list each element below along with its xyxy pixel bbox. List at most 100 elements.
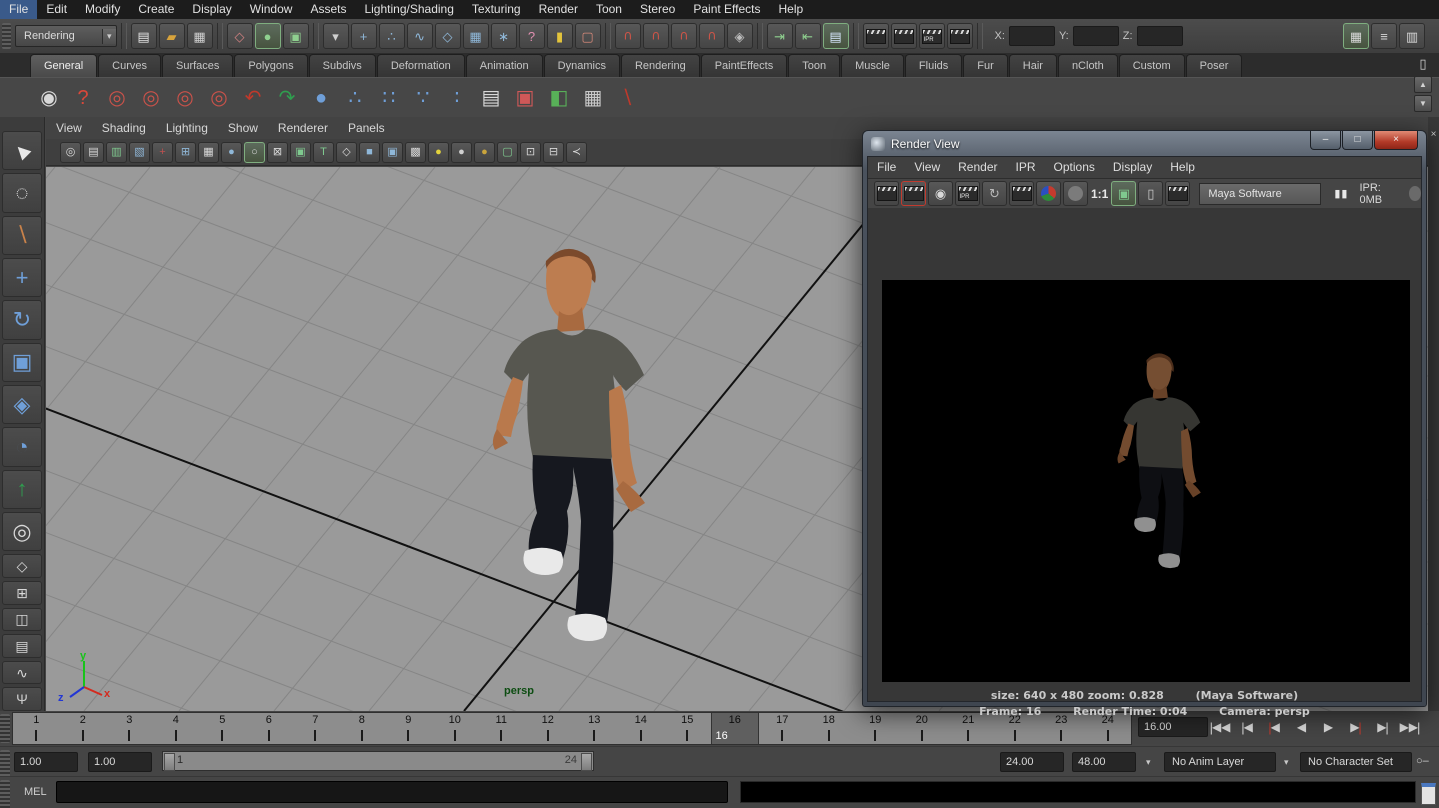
film-icon[interactable]: ◉ [34, 83, 64, 113]
viewport-menu-shading[interactable]: Shading [92, 117, 156, 139]
character-model[interactable] [461, 229, 691, 669]
menu-create[interactable]: Create [129, 0, 183, 19]
snap-to-plane-icon[interactable]: ∪ [699, 23, 725, 49]
chevron-down-icon[interactable]: ▾ [102, 29, 116, 44]
snap-to-curve-icon[interactable]: ∪ [643, 23, 669, 49]
step-forward-key-button[interactable]: ▶| [1343, 715, 1368, 739]
go-to-end-button[interactable]: ▶▶| [1397, 715, 1422, 739]
layout-split-pane-icon[interactable]: ◫ [2, 608, 42, 632]
snap-align-icon[interactable]: ▣ [510, 83, 540, 113]
status-line-grip[interactable] [2, 23, 11, 49]
camera-select-icon[interactable]: ◎ [60, 142, 81, 163]
multi-pane-icon[interactable]: ⊟ [543, 142, 564, 163]
delete-icon[interactable]: ● [306, 83, 336, 113]
rgb-channels-icon[interactable] [1036, 181, 1061, 206]
render-view-menu-view[interactable]: View [905, 157, 949, 178]
paint-select-tool-icon[interactable]: ∖ [2, 216, 42, 255]
shelf-tab-animation[interactable]: Animation [466, 54, 543, 77]
menu-help[interactable]: Help [770, 0, 813, 19]
frame-cell[interactable]: 8 [339, 713, 386, 744]
shelf-tab-subdivs[interactable]: Subdivs [309, 54, 376, 77]
current-tool-icon[interactable]: Ψ [2, 687, 42, 711]
frame-cell[interactable]: 12 [525, 713, 572, 744]
input-connections-icon[interactable]: ⇥ [767, 23, 793, 49]
menu-display[interactable]: Display [183, 0, 240, 19]
mask-surfaces-icon[interactable]: ◇ [435, 23, 461, 49]
show-manipulator-icon[interactable]: ↑ [2, 470, 42, 509]
layout-outliner-icon[interactable]: ▤ [2, 634, 42, 658]
refresh-ipr-icon[interactable]: ↻ [982, 181, 1007, 206]
layout-single-pane-icon[interactable]: ◇ [2, 554, 42, 578]
time-slider-grip[interactable] [0, 714, 10, 743]
select-tool-icon[interactable]: ▲ [2, 131, 42, 170]
shelf-tab-polygons[interactable]: Polygons [234, 54, 307, 77]
mask-points-icon[interactable]: + [351, 23, 377, 49]
layout-four-pane-icon[interactable]: ⊞ [2, 581, 42, 605]
grid-toggle-icon[interactable]: ⊞ [175, 142, 196, 163]
shelf-tab-custom[interactable]: Custom [1119, 54, 1185, 77]
shelf-scroll-up-button[interactable]: ▲ [1414, 76, 1432, 93]
alpha-channel-icon[interactable] [1063, 181, 1088, 206]
help-icon[interactable]: ? [68, 83, 98, 113]
render-view-menu-help[interactable]: Help [1161, 157, 1204, 178]
current-frame-cell[interactable]: 1616 [711, 713, 760, 744]
new-scene-icon[interactable]: ▤ [131, 23, 157, 49]
menu-assets[interactable]: Assets [301, 0, 355, 19]
frame-cell[interactable]: 3 [106, 713, 153, 744]
menu-lighting-shading[interactable]: Lighting/Shading [355, 0, 462, 19]
menu-texturing[interactable]: Texturing [463, 0, 530, 19]
remove-image-icon[interactable]: ▯ [1138, 181, 1163, 206]
bookmark-icon[interactable]: ▥ [106, 142, 127, 163]
select-component-icon[interactable]: ▣ [283, 23, 309, 49]
camera-roll-icon[interactable]: ◎ [136, 83, 166, 113]
gold-light-icon[interactable]: ● [474, 142, 495, 163]
menu-stereo[interactable]: Stereo [631, 0, 684, 19]
move-tool-icon[interactable]: + [2, 258, 42, 297]
ipr-render-icon[interactable]: IPR [919, 23, 945, 49]
frame-cell[interactable]: 18 [806, 713, 853, 744]
wireframe-icon[interactable]: ◇ [336, 142, 357, 163]
viewport-menu-view[interactable]: View [46, 117, 92, 139]
playback-start-field[interactable] [88, 752, 152, 772]
duplicate-icon[interactable]: ◧ [544, 83, 574, 113]
range-slider-grip[interactable] [0, 750, 10, 779]
poly-cube-icon[interactable]: ▦ [578, 83, 608, 113]
mel-label[interactable]: MEL [24, 786, 47, 798]
white-light-icon[interactable]: ● [451, 142, 472, 163]
render-view-menu-ipr[interactable]: IPR [1007, 157, 1045, 178]
frame-cell[interactable]: 15 [664, 713, 711, 744]
shelf-trash-icon[interactable]: ▯ [1419, 56, 1426, 72]
play-forwards-button[interactable]: ▶ [1316, 715, 1341, 739]
viewport-menu-lighting[interactable]: Lighting [156, 117, 218, 139]
frame-cell[interactable]: 5 [199, 713, 246, 744]
snapshot-icon[interactable]: ◉ [928, 181, 953, 206]
viewport-menu-panels[interactable]: Panels [338, 117, 395, 139]
gate-mask-icon[interactable]: ○ [244, 142, 265, 163]
minimize-button[interactable]: – [1310, 131, 1341, 150]
open-scene-icon[interactable]: ▰ [159, 23, 185, 49]
maximize-button[interactable]: □ [1342, 131, 1373, 150]
safe-action-icon[interactable]: ▣ [290, 142, 311, 163]
shaded-icon[interactable]: ■ [359, 142, 380, 163]
output-connections-icon[interactable]: ⇤ [795, 23, 821, 49]
soft-mod-icon[interactable]: ◔ [2, 427, 42, 466]
animation-start-field[interactable] [14, 752, 78, 772]
shelf-tab-rendering[interactable]: Rendering [621, 54, 700, 77]
close-button[interactable]: × [1374, 131, 1418, 150]
last-tool-icon[interactable]: ◎ [2, 512, 42, 551]
render-current-frame-icon[interactable] [891, 23, 917, 49]
range-slider-track[interactable]: 1 24 [162, 751, 594, 771]
shelf-tab-fluids[interactable]: Fluids [905, 54, 962, 77]
select-object-icon[interactable]: ● [255, 23, 281, 49]
redo-icon[interactable]: ↷ [272, 83, 302, 113]
keep-image-icon[interactable]: ▣ [1111, 181, 1136, 206]
frame-cell[interactable]: 7 [292, 713, 339, 744]
go-to-start-button[interactable]: |◀◀ [1208, 715, 1233, 739]
joint-chain-icon[interactable]: ∵ [408, 83, 438, 113]
mask-curves-icon[interactable]: ∿ [407, 23, 433, 49]
pan-zoom-icon[interactable]: + [152, 142, 173, 163]
viewport-menu-renderer[interactable]: Renderer [268, 117, 338, 139]
script-editor-button[interactable] [1421, 783, 1436, 805]
lock-selection-icon[interactable]: ▮ [547, 23, 573, 49]
mask-handles-icon[interactable]: ∴ [379, 23, 405, 49]
